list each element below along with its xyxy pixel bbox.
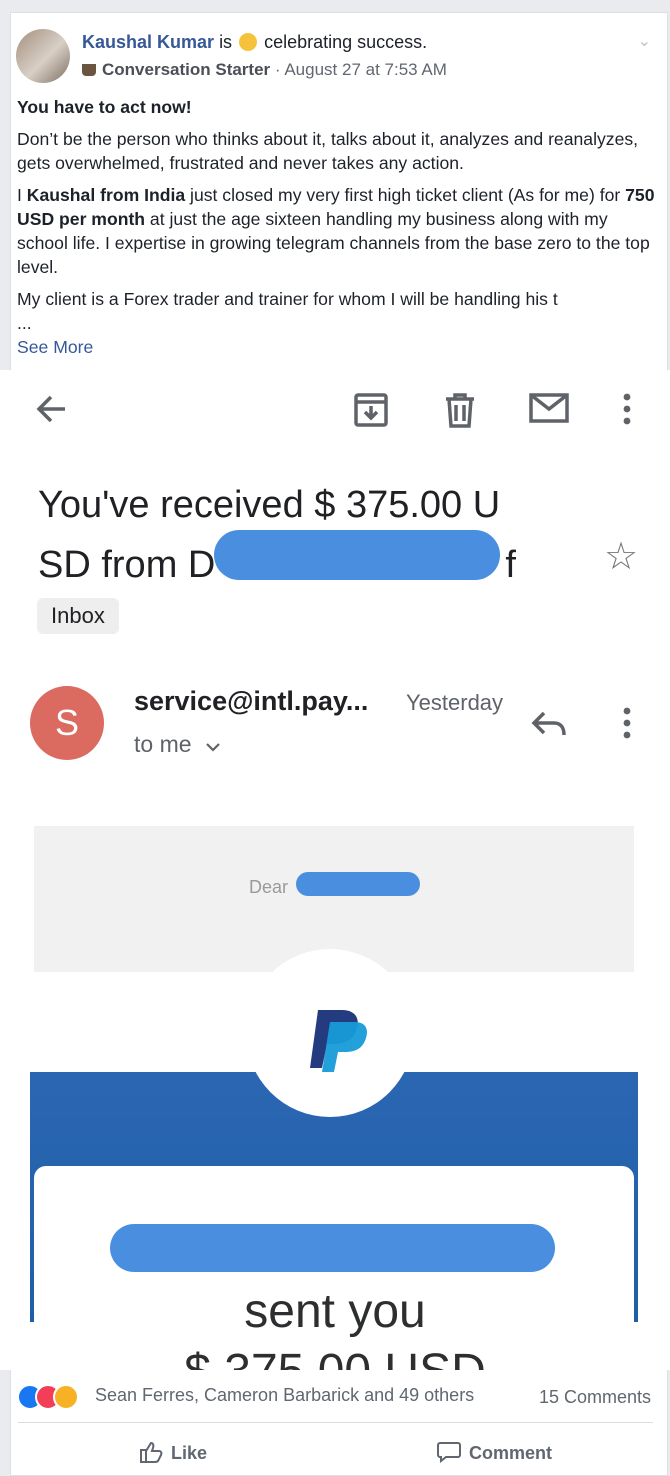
amount-text: $ 375.00 USD — [0, 1344, 670, 1370]
facebook-post: Kaushal Kumar is celebrating success. Co… — [10, 12, 668, 370]
archive-icon[interactable] — [353, 392, 389, 428]
comment-button[interactable]: Comment — [437, 1441, 552, 1464]
recipient-toggle[interactable]: to me — [134, 731, 220, 758]
post-body: You have to act now! Don’t be the person… — [17, 95, 655, 359]
wow-reaction-icon — [53, 1384, 79, 1410]
post-options-chevron-icon[interactable]: ⌄ — [638, 31, 651, 51]
received-time: Yesterday — [406, 690, 504, 715]
chevron-down-icon — [206, 743, 220, 752]
subject-line-2-end: f — [505, 544, 516, 586]
comment-label: Comment — [469, 1443, 553, 1463]
status-text: celebrating success. — [264, 32, 428, 52]
para2-text-a: I — [17, 185, 27, 205]
post-meta: Conversation Starter · August 27 at 7:53… — [82, 60, 447, 80]
group-name[interactable]: Conversation Starter — [102, 60, 270, 79]
inbox-label[interactable]: Inbox — [37, 598, 119, 634]
recipient-text: to me — [134, 731, 192, 757]
subject-line-1: You've received $ 375.00 U — [38, 484, 501, 526]
post-footer: Sean Ferres, Cameron Barbarick and 49 ot… — [10, 1370, 668, 1476]
author-avatar[interactable] — [16, 29, 70, 83]
coffee-cup-icon — [82, 64, 96, 76]
para2-name: Kaushal from India — [26, 185, 186, 205]
paypal-logo-icon — [310, 1010, 367, 1072]
redaction-scribble-sender — [110, 1224, 555, 1272]
meta-separator: · — [270, 60, 285, 79]
post-timestamp[interactable]: August 27 at 7:53 AM — [284, 60, 447, 79]
greeting-text: Dear — [249, 877, 289, 897]
star-icon[interactable]: ☆ — [604, 534, 638, 579]
post-header: Kaushal Kumar is celebrating success. — [82, 32, 427, 53]
post-paragraph-3: My client is a Forex trader and trainer … — [17, 289, 558, 309]
comment-icon — [437, 1442, 461, 1464]
embedded-email-screenshot: You've received $ 375.00 U SD from Df ☆ … — [0, 370, 670, 1370]
redaction-scribble-recipient — [296, 872, 420, 896]
footer-divider — [18, 1422, 653, 1423]
reactors-text[interactable]: Sean Ferres, Cameron Barbarick and 49 ot… — [95, 1385, 474, 1406]
like-button[interactable]: Like — [139, 1441, 207, 1464]
sent-you-text: sent you — [244, 1285, 426, 1338]
subject-line-2-start: SD from D — [38, 544, 216, 586]
more-vert-icon[interactable] — [620, 392, 634, 428]
see-more-link[interactable]: See More — [17, 337, 93, 357]
post-headline: You have to act now! — [17, 97, 192, 117]
redaction-scribble-name — [214, 530, 500, 580]
comment-count[interactable]: 15 Comments — [539, 1387, 651, 1408]
ellipsis: ... — [17, 313, 32, 333]
thumbs-up-icon — [140, 1441, 163, 1463]
like-label: Like — [171, 1443, 208, 1463]
reaction-icons[interactable] — [17, 1384, 79, 1410]
reply-icon[interactable] — [531, 710, 567, 738]
trash-icon[interactable] — [443, 392, 477, 428]
post-paragraph-1: Don’t be the person who thinks about it,… — [17, 129, 639, 173]
status-prefix: is — [219, 32, 233, 52]
author-name[interactable]: Kaushal Kumar — [82, 32, 214, 52]
sender-avatar: S — [30, 686, 104, 760]
para2-text-b: just closed my very first high ticket cl… — [185, 185, 626, 205]
mail-icon[interactable] — [529, 392, 569, 424]
back-arrow-icon[interactable] — [34, 392, 68, 426]
clapping-hands-icon — [239, 33, 258, 51]
sender-address[interactable]: service@intl.pay... — [134, 686, 368, 717]
message-more-vert-icon[interactable] — [620, 706, 634, 742]
post-paragraph-2: I Kaushal from India just closed my very… — [17, 183, 655, 279]
